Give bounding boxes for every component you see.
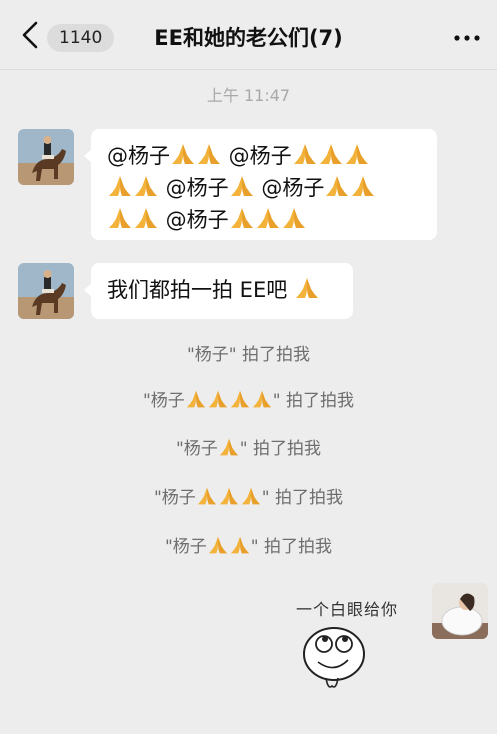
folded-hands-icon [251, 389, 273, 414]
folded-hands-icon [255, 206, 281, 238]
folded-hands-icon [324, 174, 350, 206]
folded-hands-icon [229, 535, 251, 560]
sticker-caption: 一个白眼给你 [296, 600, 399, 619]
folded-hands-icon [240, 486, 262, 511]
message-line: @杨子 @杨子 [107, 142, 421, 174]
message-text: @杨子 @杨子 @杨子 @杨子 @杨子 [107, 142, 421, 238]
horse-rider-avatar [18, 263, 74, 319]
folded-hands-icon [133, 206, 159, 238]
system-pat-message: "杨子" 拍了拍我 [0, 340, 497, 365]
folded-hands-icon [218, 486, 240, 511]
folded-hands-icon [133, 174, 159, 206]
mention-text: @杨子 [107, 144, 170, 168]
folded-hands-icon [318, 142, 344, 174]
message-line: @杨子 @杨子 [107, 174, 421, 206]
folded-hands-icon [207, 389, 229, 414]
system-text: " 拍了拍我 [239, 439, 322, 459]
sender-avatar[interactable] [18, 129, 74, 185]
folded-hands-icon [185, 389, 207, 414]
mention-text: @杨子 [159, 176, 229, 200]
system-text: "杨子 [164, 537, 207, 557]
mention-text: @杨子 [159, 208, 229, 232]
system-pat-message: "杨子 " 拍了拍我 [0, 483, 497, 511]
system-text: "杨子" 拍了拍我 [186, 345, 311, 365]
system-text: "杨子 [175, 439, 218, 459]
folded-hands-icon [229, 206, 255, 238]
my-avatar[interactable] [432, 583, 488, 639]
eye-roll-face-sticker[interactable] [298, 620, 370, 700]
folded-hands-icon [207, 535, 229, 560]
folded-hands-icon [229, 174, 255, 206]
horse-rider-avatar [18, 129, 74, 185]
folded-hands-icon [294, 276, 320, 308]
system-pat-message: "杨子 " 拍了拍我 [0, 532, 497, 560]
chat-header: 1140 EE和她的老公们(7) [0, 0, 497, 70]
folded-hands-icon [218, 437, 240, 462]
folded-hands-icon [107, 174, 133, 206]
message-text: 我们都拍一拍 EE吧 [107, 278, 294, 302]
system-text: " 拍了拍我 [250, 537, 333, 557]
eggshell-person-avatar [432, 583, 488, 639]
folded-hands-icon [344, 142, 370, 174]
folded-hands-icon [281, 206, 307, 238]
folded-hands-icon [196, 142, 222, 174]
message-bubble[interactable]: @杨子 @杨子 @杨子 @杨子 @杨子 [84, 129, 437, 240]
message-line: @杨子 [107, 206, 421, 238]
folded-hands-icon [107, 206, 133, 238]
system-pat-message: "杨子 " 拍了拍我 [0, 386, 497, 414]
system-text: "杨子 [142, 391, 185, 411]
chat-title[interactable]: EE和她的老公们(7) [0, 24, 497, 52]
folded-hands-icon [292, 142, 318, 174]
system-text: " 拍了拍我 [272, 391, 355, 411]
more-dots-icon[interactable] [452, 26, 482, 50]
folded-hands-icon [229, 389, 251, 414]
folded-hands-icon [170, 142, 196, 174]
system-pat-message: "杨子 " 拍了拍我 [0, 434, 497, 462]
mention-text: @杨子 [222, 144, 292, 168]
mention-text: @杨子 [254, 176, 325, 200]
message-timestamp: 上午 11:47 [206, 86, 291, 105]
chat-screen: 1140 EE和她的老公们(7) 上午 11:47 @杨子 @杨子 @杨子 @杨… [0, 0, 497, 734]
folded-hands-icon [196, 486, 218, 511]
system-text: "杨子 [153, 488, 196, 508]
message-bubble[interactable]: 我们都拍一拍 EE吧 [84, 263, 353, 319]
system-text: " 拍了拍我 [261, 488, 344, 508]
folded-hands-icon [350, 174, 376, 206]
sender-avatar[interactable] [18, 263, 74, 319]
